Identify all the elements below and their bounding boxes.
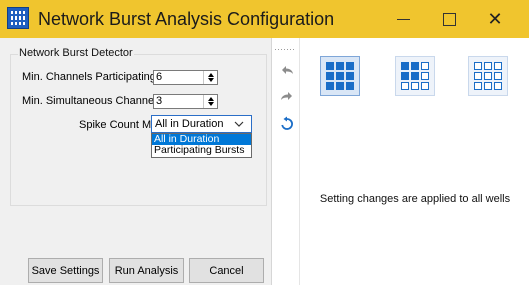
settings-panel: Network Burst Detector Min. Channels Par… xyxy=(0,38,272,285)
min-channels-value[interactable]: 6 xyxy=(154,71,203,84)
plate-filled-layout-icon[interactable] xyxy=(320,56,360,96)
title-bar[interactable]: Network Burst Analysis Configuration ✕ xyxy=(0,0,529,38)
minimize-icon xyxy=(396,18,410,20)
toolbar-separator xyxy=(299,38,300,285)
app-grid-icon xyxy=(7,7,29,29)
client-area: Network Burst Detector Min. Channels Par… xyxy=(0,38,529,285)
min-simultaneous-value[interactable]: 3 xyxy=(154,95,203,108)
toolbar-grip[interactable] xyxy=(275,49,295,53)
undo-icon[interactable] xyxy=(279,63,295,79)
plate-mixed-layout-icon[interactable] xyxy=(395,56,435,96)
chevron-down-icon[interactable] xyxy=(233,116,245,132)
min-channels-label: Min. Channels Participating: xyxy=(22,71,159,83)
window-title: Network Burst Analysis Configuration xyxy=(38,9,335,29)
spin-up-icon[interactable] xyxy=(207,73,214,77)
min-simultaneous-spin-arrows[interactable] xyxy=(203,95,217,108)
spike-count-mode-select[interactable]: All in Duration xyxy=(151,115,252,133)
spike-count-mode-dropdown: All in Duration Participating Bursts xyxy=(151,133,252,158)
plate-outline-layout-icon[interactable] xyxy=(468,56,508,96)
spin-up-icon[interactable] xyxy=(207,97,214,101)
reset-icon[interactable] xyxy=(279,116,295,132)
spike-count-mode-value: All in Duration xyxy=(155,118,224,130)
close-button[interactable]: ✕ xyxy=(472,0,518,38)
info-message: Setting changes are applied to all wells xyxy=(319,193,511,205)
redo-icon[interactable] xyxy=(279,87,295,103)
minimize-button[interactable] xyxy=(380,0,426,38)
close-icon: ✕ xyxy=(487,8,503,29)
min-simultaneous-label: Min. Simultaneous Channels: xyxy=(22,95,166,107)
min-channels-stepper[interactable]: 6 xyxy=(153,70,218,85)
spin-down-icon[interactable] xyxy=(207,102,214,106)
dropdown-option-participating-bursts[interactable]: Participating Bursts xyxy=(152,145,251,156)
maximize-icon xyxy=(442,12,456,26)
spin-down-icon[interactable] xyxy=(207,78,214,82)
min-simultaneous-stepper[interactable]: 3 xyxy=(153,94,218,109)
cancel-button[interactable]: Cancel xyxy=(189,258,264,283)
group-legend: Network Burst Detector xyxy=(18,47,134,59)
min-channels-spin-arrows[interactable] xyxy=(203,71,217,84)
run-analysis-button[interactable]: Run Analysis xyxy=(109,258,184,283)
maximize-button[interactable] xyxy=(426,0,472,38)
save-settings-button[interactable]: Save Settings xyxy=(28,258,103,283)
